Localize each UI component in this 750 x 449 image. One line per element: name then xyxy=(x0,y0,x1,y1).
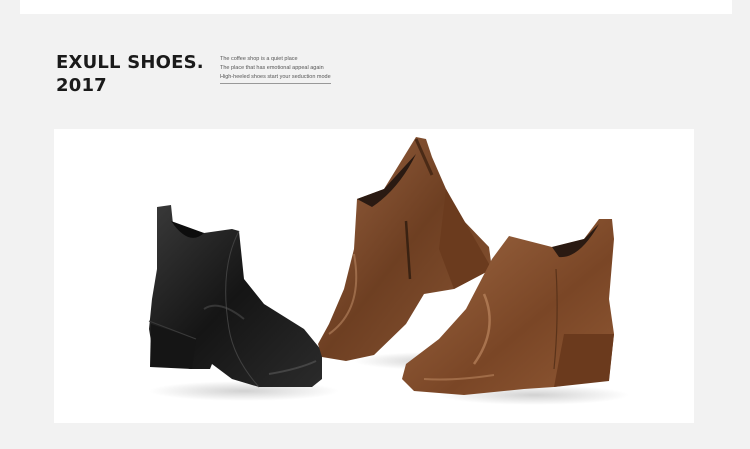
product-photo xyxy=(54,129,694,423)
black-ankle-boot-icon xyxy=(148,205,322,388)
brand-title: EXULL SHOES. 2017 xyxy=(56,51,204,97)
brand-title-line-1: EXULL SHOES. xyxy=(56,52,204,73)
tagline-3: High-heeled shoes start your seduction m… xyxy=(220,73,331,84)
tagline-2: The place that has emotional appeal agai… xyxy=(220,65,324,71)
brand-title-line-2: 2017 xyxy=(56,75,107,96)
tagline-block: The coffee shop is a quiet place The pla… xyxy=(220,55,331,84)
top-banner-strip xyxy=(20,0,732,14)
tagline-1: The coffee shop is a quiet place xyxy=(220,56,298,62)
